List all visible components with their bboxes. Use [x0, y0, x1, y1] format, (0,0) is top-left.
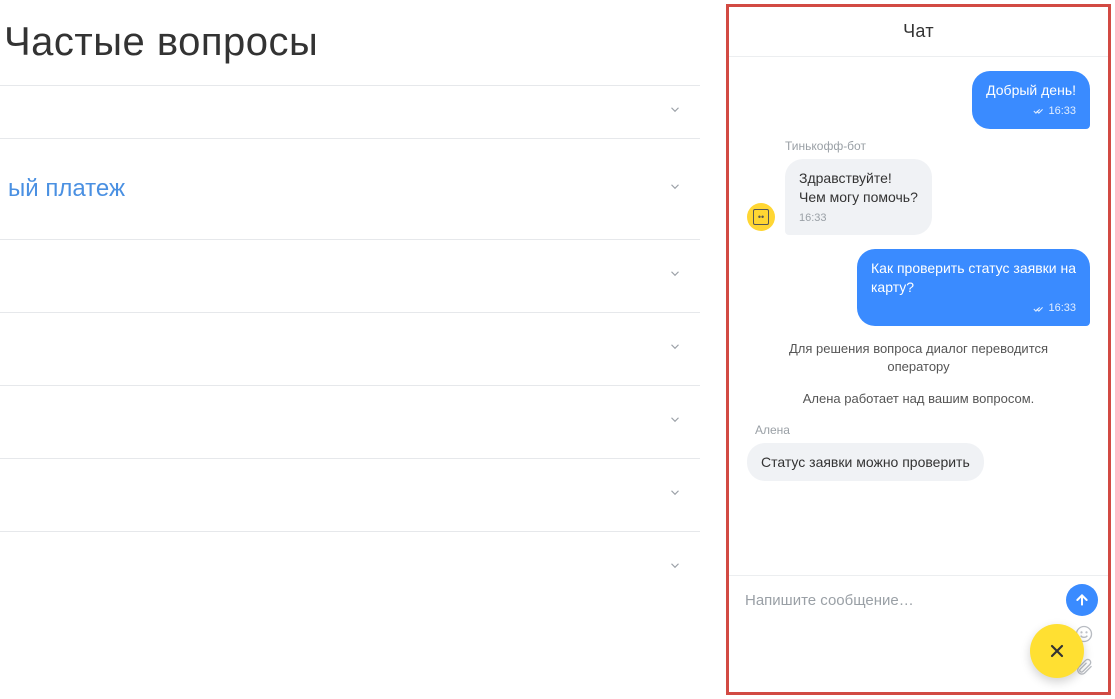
sender-label: Тинькофф-бот — [785, 139, 1090, 153]
faq-item[interactable] — [0, 312, 700, 385]
faq-item[interactable]: ый платеж — [0, 138, 700, 239]
message-bubble: Добрый день! 16:33 — [972, 71, 1090, 129]
message-text: карту? — [871, 278, 1076, 297]
message-time: 16:33 — [1048, 301, 1076, 316]
faq-list: ый платеж — [0, 85, 700, 604]
message-text: Статус заявки можно проверить — [761, 454, 970, 470]
chevron-down-icon — [668, 486, 682, 505]
bot-avatar: •• — [747, 203, 775, 231]
message-bubble: Статус заявки можно проверить — [747, 443, 984, 482]
chat-message-outgoing: Добрый день! 16:33 — [747, 71, 1090, 129]
read-checks-icon — [1031, 304, 1045, 314]
message-meta: 16:33 — [799, 211, 918, 226]
send-button[interactable] — [1066, 584, 1098, 616]
close-chat-button[interactable] — [1030, 624, 1084, 678]
close-icon — [1047, 641, 1067, 661]
chat-message-incoming: Статус заявки можно проверить — [747, 443, 1090, 482]
message-time: 16:33 — [1048, 104, 1076, 119]
system-message: Алена работает над вашим вопросом. — [767, 390, 1070, 408]
chat-title: Чат — [729, 7, 1108, 57]
faq-item[interactable] — [0, 385, 700, 458]
chat-message-outgoing: Как проверить статус заявки на карту? 16… — [747, 249, 1090, 326]
system-message: Для решения вопроса диалог переводится о… — [767, 340, 1070, 376]
chat-input[interactable] — [741, 586, 1066, 615]
chevron-down-icon — [668, 413, 682, 432]
chevron-down-icon — [668, 559, 682, 578]
chat-message-incoming: •• Здравствуйте! Чем могу помочь? 16:33 — [747, 159, 1090, 236]
read-checks-icon — [1031, 106, 1045, 116]
message-text: Здравствуйте! — [799, 169, 918, 188]
chevron-down-icon — [668, 340, 682, 359]
message-text: Чем могу помочь? — [799, 188, 918, 207]
bot-face-icon: •• — [753, 209, 769, 225]
chevron-down-icon — [668, 267, 682, 286]
faq-item[interactable] — [0, 239, 700, 312]
faq-item[interactable] — [0, 531, 700, 604]
chat-body: Добрый день! 16:33 Тинькофф-бот •• Здрав… — [729, 57, 1108, 575]
faq-item-label: ый платеж — [8, 175, 125, 202]
message-meta: 16:33 — [986, 104, 1076, 119]
message-bubble: Здравствуйте! Чем могу помочь? 16:33 — [785, 159, 932, 236]
chevron-down-icon — [668, 180, 682, 199]
sender-label: Алена — [755, 423, 1090, 437]
chat-panel: Чат Добрый день! 16:33 Тинькофф-бот •• З… — [726, 4, 1111, 695]
message-bubble: Как проверить статус заявки на карту? 16… — [857, 249, 1090, 326]
faq-item[interactable] — [0, 85, 700, 138]
message-text: Как проверить статус заявки на — [871, 259, 1076, 278]
arrow-up-icon — [1074, 592, 1090, 608]
message-text: Добрый день! — [986, 82, 1076, 98]
message-meta: 16:33 — [871, 301, 1076, 316]
faq-item[interactable] — [0, 458, 700, 531]
chevron-down-icon — [668, 103, 682, 122]
message-time: 16:33 — [799, 211, 827, 226]
